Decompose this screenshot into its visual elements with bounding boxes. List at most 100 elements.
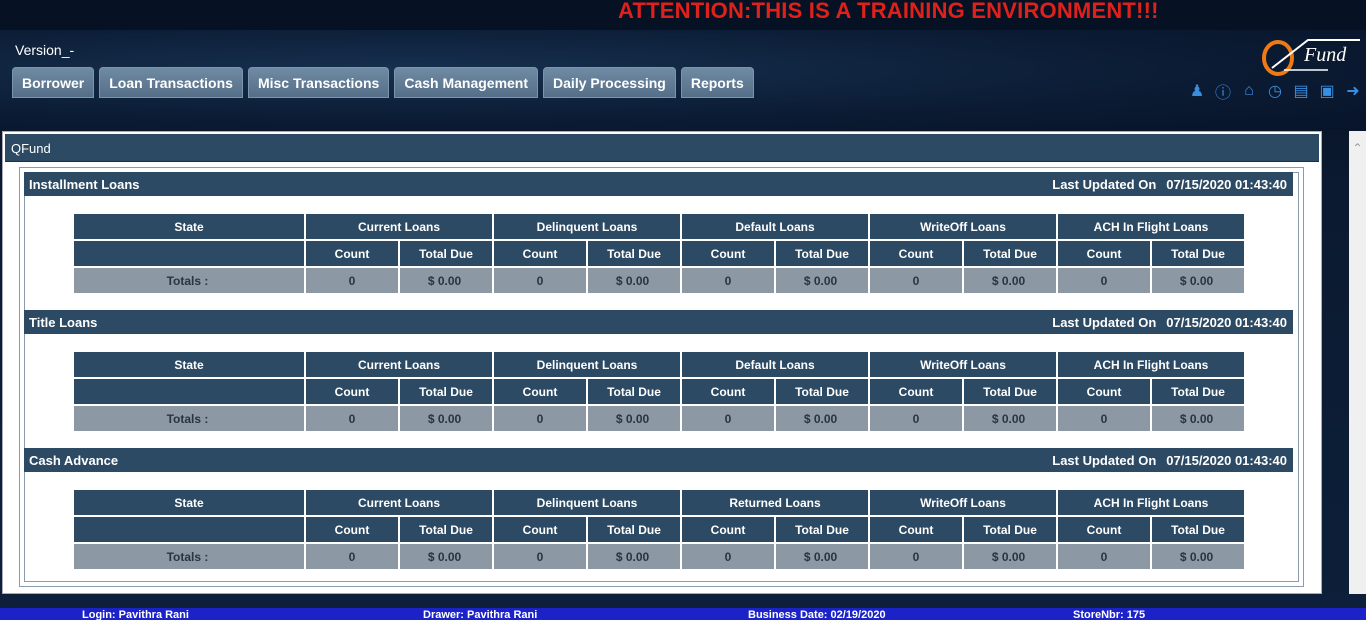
store-number: StoreNbr: 175 xyxy=(1073,609,1146,620)
total-due-header: Total Due xyxy=(400,517,492,542)
count-value: 0 xyxy=(682,268,774,293)
count-value: 0 xyxy=(870,268,962,293)
count-header: Count xyxy=(682,517,774,542)
group-header: Delinquent Loans xyxy=(494,490,680,515)
list-icon[interactable]: ▤ xyxy=(1292,82,1310,100)
total-due-value: $ 0.00 xyxy=(400,544,492,569)
total-due-header: Total Due xyxy=(1152,517,1244,542)
last-updated-label: Last Updated On xyxy=(1052,176,1157,192)
lock-icon[interactable]: ▣ xyxy=(1318,82,1336,100)
info-icon[interactable]: ⓘ xyxy=(1214,82,1232,102)
total-due-value: $ 0.00 xyxy=(588,268,680,293)
count-value: 0 xyxy=(306,544,398,569)
panel-inner-frame: Installment Loans Last Updated On 07/15/2… xyxy=(19,167,1304,587)
section-title: Cash Advance xyxy=(29,452,119,468)
tab-misc-transactions[interactable]: Misc Transactions xyxy=(247,67,390,98)
total-due-header: Total Due xyxy=(776,517,868,542)
count-header: Count xyxy=(870,517,962,542)
count-header: Count xyxy=(1058,517,1150,542)
total-due-value: $ 0.00 xyxy=(776,544,868,569)
last-updated-label: Last Updated On xyxy=(1052,314,1157,330)
group-header: ACH In Flight Loans xyxy=(1058,490,1244,515)
total-due-header: Total Due xyxy=(588,517,680,542)
total-due-value: $ 0.00 xyxy=(400,406,492,431)
section-title: Title Loans xyxy=(29,314,98,330)
count-value: 0 xyxy=(1058,268,1150,293)
group-header: ACH In Flight Loans xyxy=(1058,214,1244,239)
total-due-header: Total Due xyxy=(964,379,1056,404)
total-due-value: $ 0.00 xyxy=(776,268,868,293)
count-value: 0 xyxy=(1058,544,1150,569)
count-header: Count xyxy=(306,517,398,542)
group-header: WriteOff Loans xyxy=(870,352,1056,377)
count-value: 0 xyxy=(494,268,586,293)
business-date: Business Date: 02/19/2020 xyxy=(748,609,886,620)
tab-daily-processing[interactable]: Daily Processing xyxy=(543,67,676,98)
group-header: Delinquent Loans xyxy=(494,352,680,377)
group-header: Default Loans xyxy=(682,214,868,239)
section-header: Title Loans Last Updated On 07/15/2020 01… xyxy=(24,310,1293,334)
total-due-header: Total Due xyxy=(400,241,492,266)
total-due-header: Total Due xyxy=(776,379,868,404)
last-updated-label: Last Updated On xyxy=(1052,452,1157,468)
total-due-header: Total Due xyxy=(1152,379,1244,404)
loan-summary-table: State Current Loans Delinquent Loans Defaul… xyxy=(72,350,1246,433)
user-icon[interactable]: ♟ xyxy=(1188,82,1206,100)
totals-label: Totals : xyxy=(74,406,304,431)
totals-label: Totals : xyxy=(74,268,304,293)
count-value: 0 xyxy=(306,406,398,431)
tab-reports[interactable]: Reports xyxy=(680,67,754,98)
group-header: WriteOff Loans xyxy=(870,490,1056,515)
total-due-header: Total Due xyxy=(588,379,680,404)
tab-loan-transactions[interactable]: Loan Transactions xyxy=(99,67,243,98)
last-updated-value: 07/15/2020 01:43:40 xyxy=(1166,176,1287,192)
total-due-value: $ 0.00 xyxy=(1152,406,1244,431)
count-header: Count xyxy=(682,241,774,266)
login-info: Login: Pavithra Rani xyxy=(82,609,189,620)
total-due-value: $ 0.00 xyxy=(400,268,492,293)
drawer-info: Drawer: Pavithra Rani xyxy=(423,609,538,620)
total-due-value: $ 0.00 xyxy=(964,544,1056,569)
group-header: Current Loans xyxy=(306,490,492,515)
count-header: Count xyxy=(494,379,586,404)
group-header: Current Loans xyxy=(306,352,492,377)
qfund-logo: Fund xyxy=(1262,39,1360,76)
group-header: Delinquent Loans xyxy=(494,214,680,239)
state-subheader xyxy=(74,241,304,266)
count-value: 0 xyxy=(870,406,962,431)
vertical-scrollbar[interactable]: ⌃ xyxy=(1349,131,1366,594)
tab-cash-management[interactable]: Cash Management xyxy=(394,67,539,98)
tab-borrower[interactable]: Borrower xyxy=(12,67,95,98)
main-tabs: Borrower Loan Transactions Misc Transact… xyxy=(12,67,754,98)
scroll-up-icon[interactable]: ⌃ xyxy=(1352,142,1363,154)
last-updated-value: 07/15/2020 01:43:40 xyxy=(1166,452,1287,468)
count-header: Count xyxy=(1058,241,1150,266)
total-due-value: $ 0.00 xyxy=(588,406,680,431)
total-due-header: Total Due xyxy=(1152,241,1244,266)
total-due-value: $ 0.00 xyxy=(776,406,868,431)
logout-icon[interactable]: ➜ xyxy=(1344,82,1362,100)
count-header: Count xyxy=(306,241,398,266)
count-header: Count xyxy=(870,241,962,266)
group-header: ACH In Flight Loans xyxy=(1058,352,1244,377)
clock-icon[interactable]: ◷ xyxy=(1266,82,1284,100)
total-due-value: $ 0.00 xyxy=(588,544,680,569)
section-header: Installment Loans Last Updated On 07/15/2… xyxy=(24,172,1293,196)
loan-section: Title Loans Last Updated On 07/15/2020 01… xyxy=(24,310,1293,431)
section-title: Installment Loans xyxy=(29,176,140,192)
panel-title: QFund xyxy=(5,134,1319,162)
state-subheader xyxy=(74,517,304,542)
count-value: 0 xyxy=(494,406,586,431)
group-header: Default Loans xyxy=(682,352,868,377)
count-header: Count xyxy=(1058,379,1150,404)
home-icon[interactable]: ⌂ xyxy=(1240,82,1258,100)
main-panel: QFund Installment Loans Last Updated On 0… xyxy=(2,131,1322,594)
loan-summary-table: State Current Loans Delinquent Loans Defaul… xyxy=(72,212,1246,295)
logo-text: Fund xyxy=(1303,44,1347,66)
last-updated-value: 07/15/2020 01:43:40 xyxy=(1166,314,1287,330)
total-due-value: $ 0.00 xyxy=(964,268,1056,293)
count-value: 0 xyxy=(494,544,586,569)
count-header: Count xyxy=(682,379,774,404)
totals-label: Totals : xyxy=(74,544,304,569)
count-value: 0 xyxy=(1058,406,1150,431)
